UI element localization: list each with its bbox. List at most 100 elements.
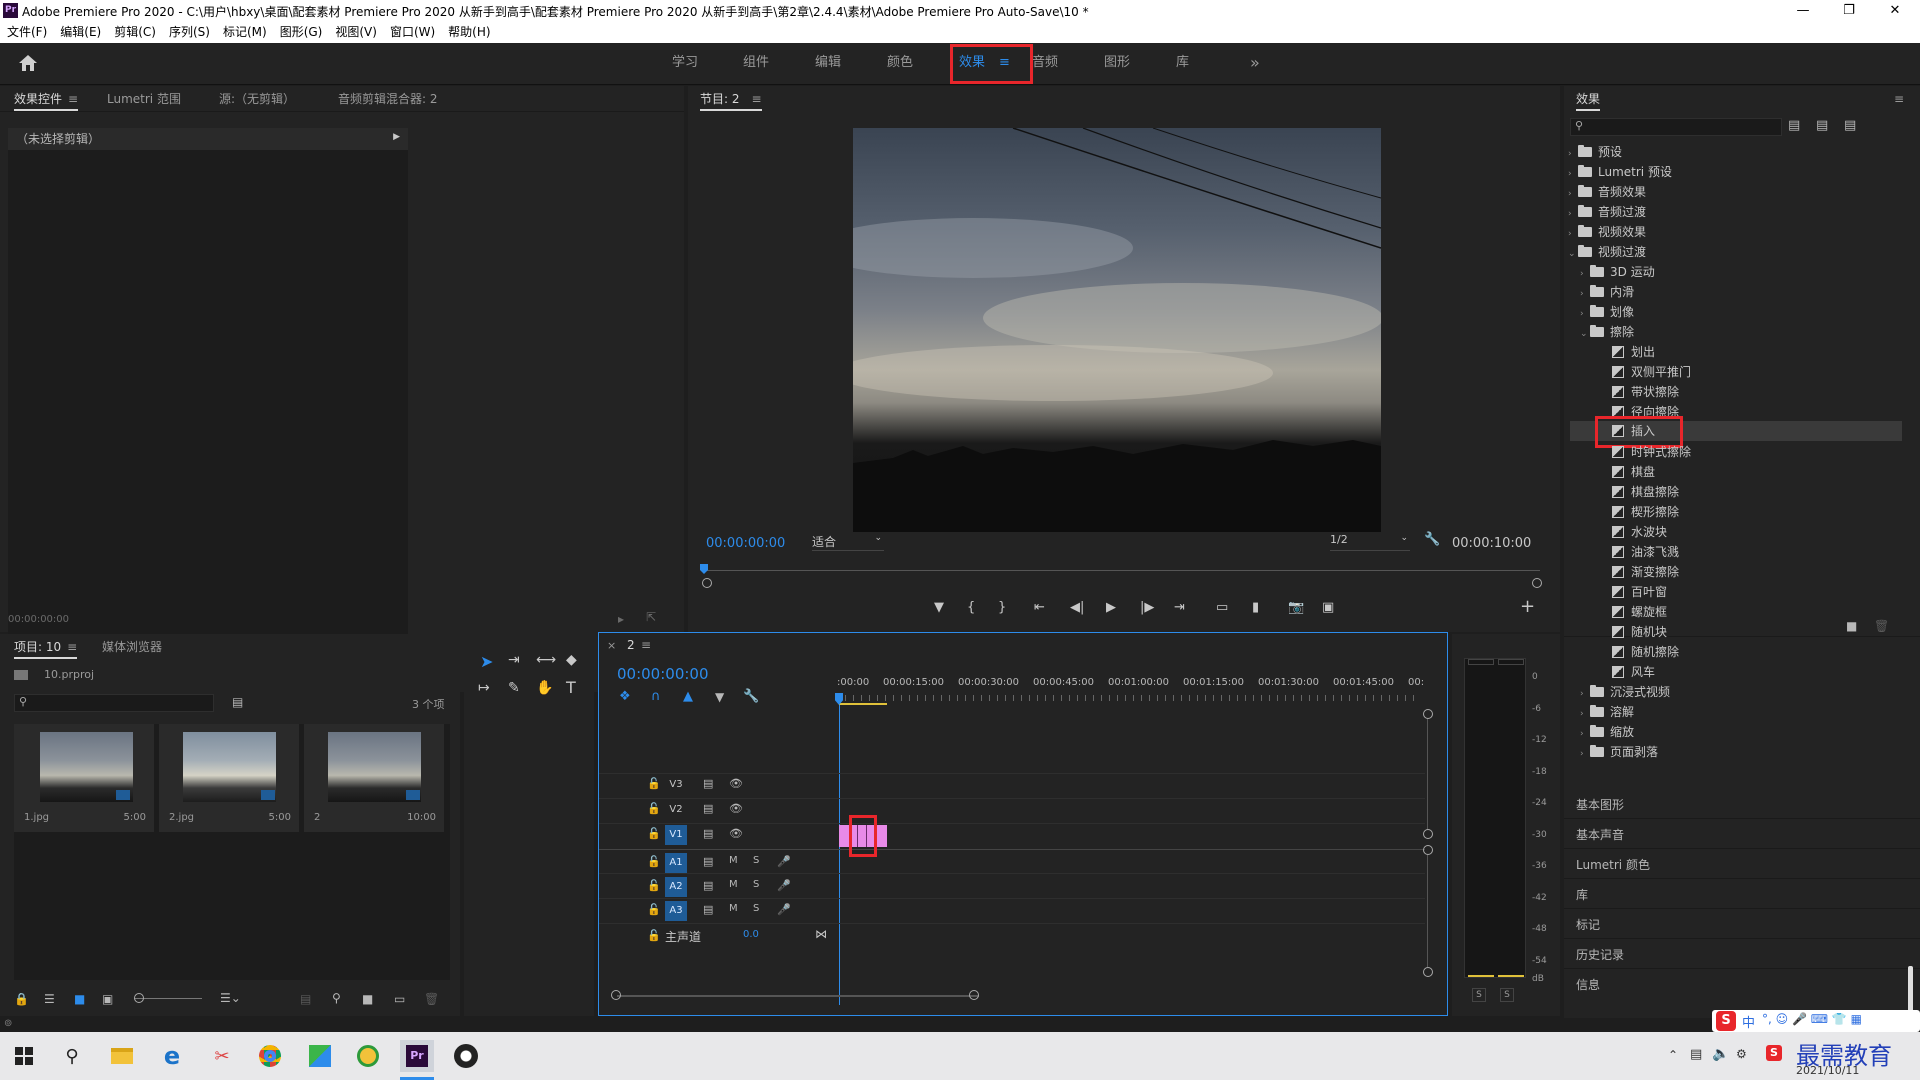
slip-tool-icon[interactable]: ↦ [478, 680, 490, 696]
timeline-timecode[interactable]: 00:00:00:00 [617, 665, 709, 683]
track-v3-label[interactable]: V3 [665, 775, 687, 795]
effects-panel-menu-icon[interactable]: ≡ [1894, 86, 1904, 112]
razor-tool-icon[interactable]: ◆ [566, 652, 577, 668]
tree-item-lumetri-presets[interactable]: › Lumetri 预设 [1568, 162, 1672, 182]
tree-item-presets[interactable]: › 预设 [1568, 142, 1622, 162]
tree-item-zoom[interactable]: › 缩放 [1580, 722, 1634, 742]
mute-button[interactable]: M [729, 855, 738, 866]
workspace-tab-editing[interactable]: 编辑 [815, 43, 841, 85]
solo-button[interactable]: S [753, 855, 759, 866]
ime-tray-icon[interactable]: ⚙ [1736, 1047, 1747, 1061]
menu-window[interactable]: 窗口(W) [390, 25, 435, 39]
scroll-handle-right[interactable] [969, 990, 979, 1000]
accelerated-effects-icon[interactable]: ▤ [1788, 118, 1800, 133]
track-v1-label[interactable]: V1 [665, 825, 687, 845]
search-icon[interactable]: ⚲ [56, 1040, 88, 1072]
zoom-slider[interactable] [134, 998, 202, 999]
menu-file[interactable]: 文件(F) [7, 25, 47, 39]
eye-icon[interactable]: 👁 [729, 802, 743, 815]
effects-search-input[interactable]: ⚲ [1570, 118, 1782, 136]
compare-view-icon[interactable]: ▣ [1322, 600, 1334, 615]
program-current-timecode[interactable]: 00:00:00:00 [706, 536, 785, 551]
tree-item-video-transitions[interactable]: ⌄ 视频过渡 [1568, 242, 1646, 262]
vertical-scrollbar-audio[interactable] [1427, 855, 1428, 967]
snipping-tool-icon[interactable]: ✂ [206, 1040, 238, 1072]
section-essential-graphics[interactable]: 基本图形 [1576, 796, 1624, 813]
lock-icon[interactable]: 🔓 [647, 879, 661, 892]
project-item-card[interactable]: 2 10:00 [304, 724, 444, 832]
lock-icon[interactable]: 🔓 [647, 855, 661, 868]
tree-item-3d-motion[interactable]: › 3D 运动 [1580, 262, 1655, 282]
zoom-handle-left[interactable] [702, 578, 712, 588]
32bit-effects-icon[interactable]: ▤ [1816, 118, 1828, 133]
track-v2-label[interactable]: V2 [665, 800, 687, 820]
tree-item-spiral-boxes[interactable]: 螺旋框 [1612, 602, 1667, 622]
lock-icon[interactable]: 🔓 [647, 827, 661, 840]
solo-button[interactable]: S [753, 903, 759, 914]
tree-item-venetian-blinds[interactable]: 百叶窗 [1612, 582, 1667, 602]
tree-item-wedge-wipe[interactable]: 楔形擦除 [1612, 502, 1679, 522]
project-item-card[interactable]: 2.jpg 5:00 [159, 724, 299, 832]
tree-item-checker-wipe[interactable]: 棋盘擦除 [1612, 482, 1679, 502]
sync-lock-icon[interactable]: ▤ [703, 879, 713, 892]
scroll-handle[interactable] [1423, 829, 1433, 839]
scroll-handle[interactable] [1423, 845, 1433, 855]
delete-icon[interactable]: 🗑 [1874, 619, 1889, 633]
workspace-tab-learn[interactable]: 学习 [672, 43, 698, 85]
tree-item-slide[interactable]: › 内滑 [1580, 282, 1634, 302]
tab-source[interactable]: 源:（无剪辑） [219, 86, 295, 112]
tree-item-water-block[interactable]: 水波块 [1612, 522, 1667, 542]
tab-project[interactable]: 项目: 10 ≡ [14, 634, 78, 660]
playhead-marker-icon[interactable] [700, 564, 708, 574]
tab-program[interactable]: 节目: 2 ≡ [700, 86, 762, 112]
tree-item-random-wipe[interactable]: 随机擦除 [1612, 642, 1679, 662]
tree-item-barn-doors[interactable]: 双侧平推门 [1612, 362, 1691, 382]
tab-audio-clip-mixer[interactable]: 音频剪辑混合器: 2 [338, 86, 438, 112]
maximize-button[interactable]: ❐ [1826, 0, 1872, 22]
vertical-scrollbar-video[interactable] [1427, 719, 1428, 829]
tree-item-band-slide-out[interactable]: 划出 [1612, 342, 1655, 362]
microphone-icon[interactable]: 🎤 [777, 879, 791, 892]
edge-browser-icon[interactable]: e [156, 1040, 188, 1072]
effects-scrollbar[interactable] [1908, 966, 1913, 1016]
media-app-icon[interactable] [450, 1040, 482, 1072]
sogou-ime-icon[interactable]: S [1716, 1011, 1736, 1031]
microphone-icon[interactable]: 🎤 [777, 903, 791, 916]
lock-icon[interactable]: 🔓 [647, 802, 661, 815]
solo-right-button[interactable]: S [1500, 988, 1514, 1002]
section-markers[interactable]: 标记 [1576, 916, 1600, 933]
add-button-icon[interactable]: + [1520, 596, 1535, 617]
sync-lock-icon[interactable]: ▤ [703, 777, 713, 790]
project-item-card[interactable]: 1.jpg 5:00 [14, 724, 154, 832]
workspace-tab-color[interactable]: 颜色 [887, 43, 913, 85]
icon-view-icon[interactable]: ■ [74, 992, 85, 1006]
scroll-handle[interactable] [1423, 967, 1433, 977]
photo-app-icon[interactable] [304, 1040, 336, 1072]
solo-button[interactable]: S [753, 879, 759, 890]
workspace-tab-audio[interactable]: 音频 [1032, 43, 1058, 85]
menu-sequence[interactable]: 序列(S) [169, 25, 210, 39]
add-marker-icon[interactable]: ▼ [934, 600, 944, 615]
project-search-input[interactable]: ⚲ [14, 694, 214, 712]
solo-left-button[interactable]: S [1472, 988, 1486, 1002]
expand-arrow-icon[interactable]: ▶ [393, 132, 400, 142]
go-to-out-icon[interactable]: ⇥ [1174, 600, 1185, 615]
new-bin-icon[interactable]: ■ [1846, 619, 1857, 633]
tree-item-pinwheel[interactable]: 风车 [1612, 662, 1655, 682]
lock-icon[interactable]: 🔓 [647, 777, 661, 790]
timeline-ruler[interactable]: :00:00 00:00:15:00 00:00:30:00 00:00:45:… [837, 677, 1437, 691]
track-a3-label[interactable]: A3 [665, 901, 687, 921]
sync-lock-icon[interactable]: ▤ [703, 802, 713, 815]
new-item-icon[interactable]: ▭ [394, 992, 405, 1006]
network-icon[interactable]: ▤ [1690, 1047, 1702, 1062]
scroll-handle[interactable] [1423, 709, 1433, 719]
menu-edit[interactable]: 编辑(E) [60, 25, 101, 39]
menu-help[interactable]: 帮助(H) [448, 25, 490, 39]
linked-selection-icon[interactable]: ▲ [683, 689, 693, 704]
ime-toolbar[interactable]: S 中 °, ☺ 🎤 ⌨ 👕 ▦ [1712, 1010, 1920, 1032]
tree-item-immersive-video[interactable]: › 沉浸式视频 [1580, 682, 1670, 702]
panel-menu-icon[interactable]: ≡ [68, 86, 78, 112]
extract-icon[interactable]: ▮ [1252, 600, 1259, 615]
chrome-browser-icon[interactable] [254, 1040, 286, 1072]
tree-item-paint-splatter[interactable]: 油漆飞溅 [1612, 542, 1679, 562]
